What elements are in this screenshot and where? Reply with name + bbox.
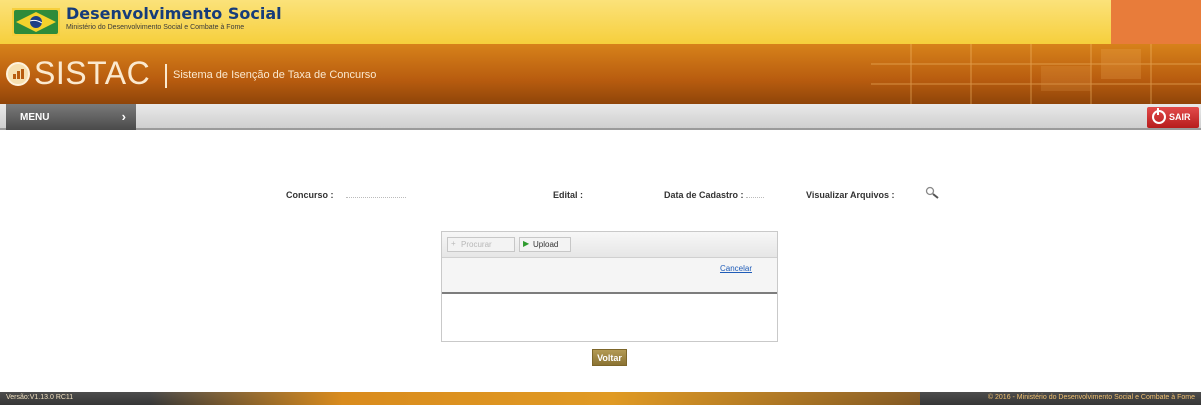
edital-label: Edital : [553, 190, 584, 200]
version-text: Versão:V1.13.0 RC11 [6, 394, 74, 401]
chart-bars-icon [6, 62, 30, 86]
visualizar-arquivos-label: Visualizar Arquivos : [806, 190, 895, 200]
menu-button[interactable]: MENU › [6, 104, 136, 130]
upload-label: Upload [533, 240, 559, 249]
upload-drop-area[interactable] [442, 296, 777, 341]
cancelar-link[interactable]: Cancelar [720, 264, 752, 273]
logout-label: SAIR [1169, 112, 1191, 122]
ministry-subtitle: Ministério do Desenvolvimento Social e C… [66, 24, 245, 31]
menu-label: MENU [20, 112, 50, 123]
data-cadastro-value [746, 197, 764, 198]
ministry-title: Desenvolvimento Social [66, 4, 282, 23]
upload-file-list: Cancelar [442, 258, 777, 294]
concurso-value [346, 197, 406, 198]
decorative-grid [871, 44, 1201, 104]
copyright-text: © 2016 - Ministério do Desenvolvimento S… [987, 394, 1195, 401]
chevron-right-icon: › [121, 109, 126, 124]
data-cadastro-label: Data de Cadastro : [664, 190, 744, 200]
app-subtitle: Sistema de Isenção de Taxa de Concurso [173, 69, 377, 81]
menu-bar: MENU › SAIR [0, 104, 1201, 130]
header-accent [1111, 0, 1201, 44]
brazil-flag-logo-icon [12, 8, 60, 36]
upload-panel: + Procurar ▶ Upload Cancelar [441, 231, 778, 342]
upload-toolbar: + Procurar ▶ Upload [442, 232, 777, 258]
upload-button[interactable]: ▶ Upload [519, 237, 571, 252]
procurar-button[interactable]: + Procurar [447, 237, 515, 252]
plus-icon: + [451, 239, 456, 248]
ministry-header: Desenvolvimento Social Ministério do Des… [0, 0, 1201, 44]
magnifier-icon[interactable] [925, 186, 941, 200]
voltar-button[interactable]: Voltar [592, 349, 627, 366]
app-banner: SISTAC Sistema de Isenção de Taxa de Con… [0, 44, 1201, 104]
app-name: SISTAC [34, 55, 151, 91]
logo-divider [165, 64, 167, 88]
logout-button[interactable]: SAIR [1147, 107, 1199, 128]
footer-accent [150, 392, 920, 405]
concurso-label: Concurso : [286, 190, 334, 200]
power-icon [1152, 108, 1166, 124]
play-arrow-icon: ▶ [523, 239, 530, 248]
procurar-label: Procurar [461, 240, 492, 249]
